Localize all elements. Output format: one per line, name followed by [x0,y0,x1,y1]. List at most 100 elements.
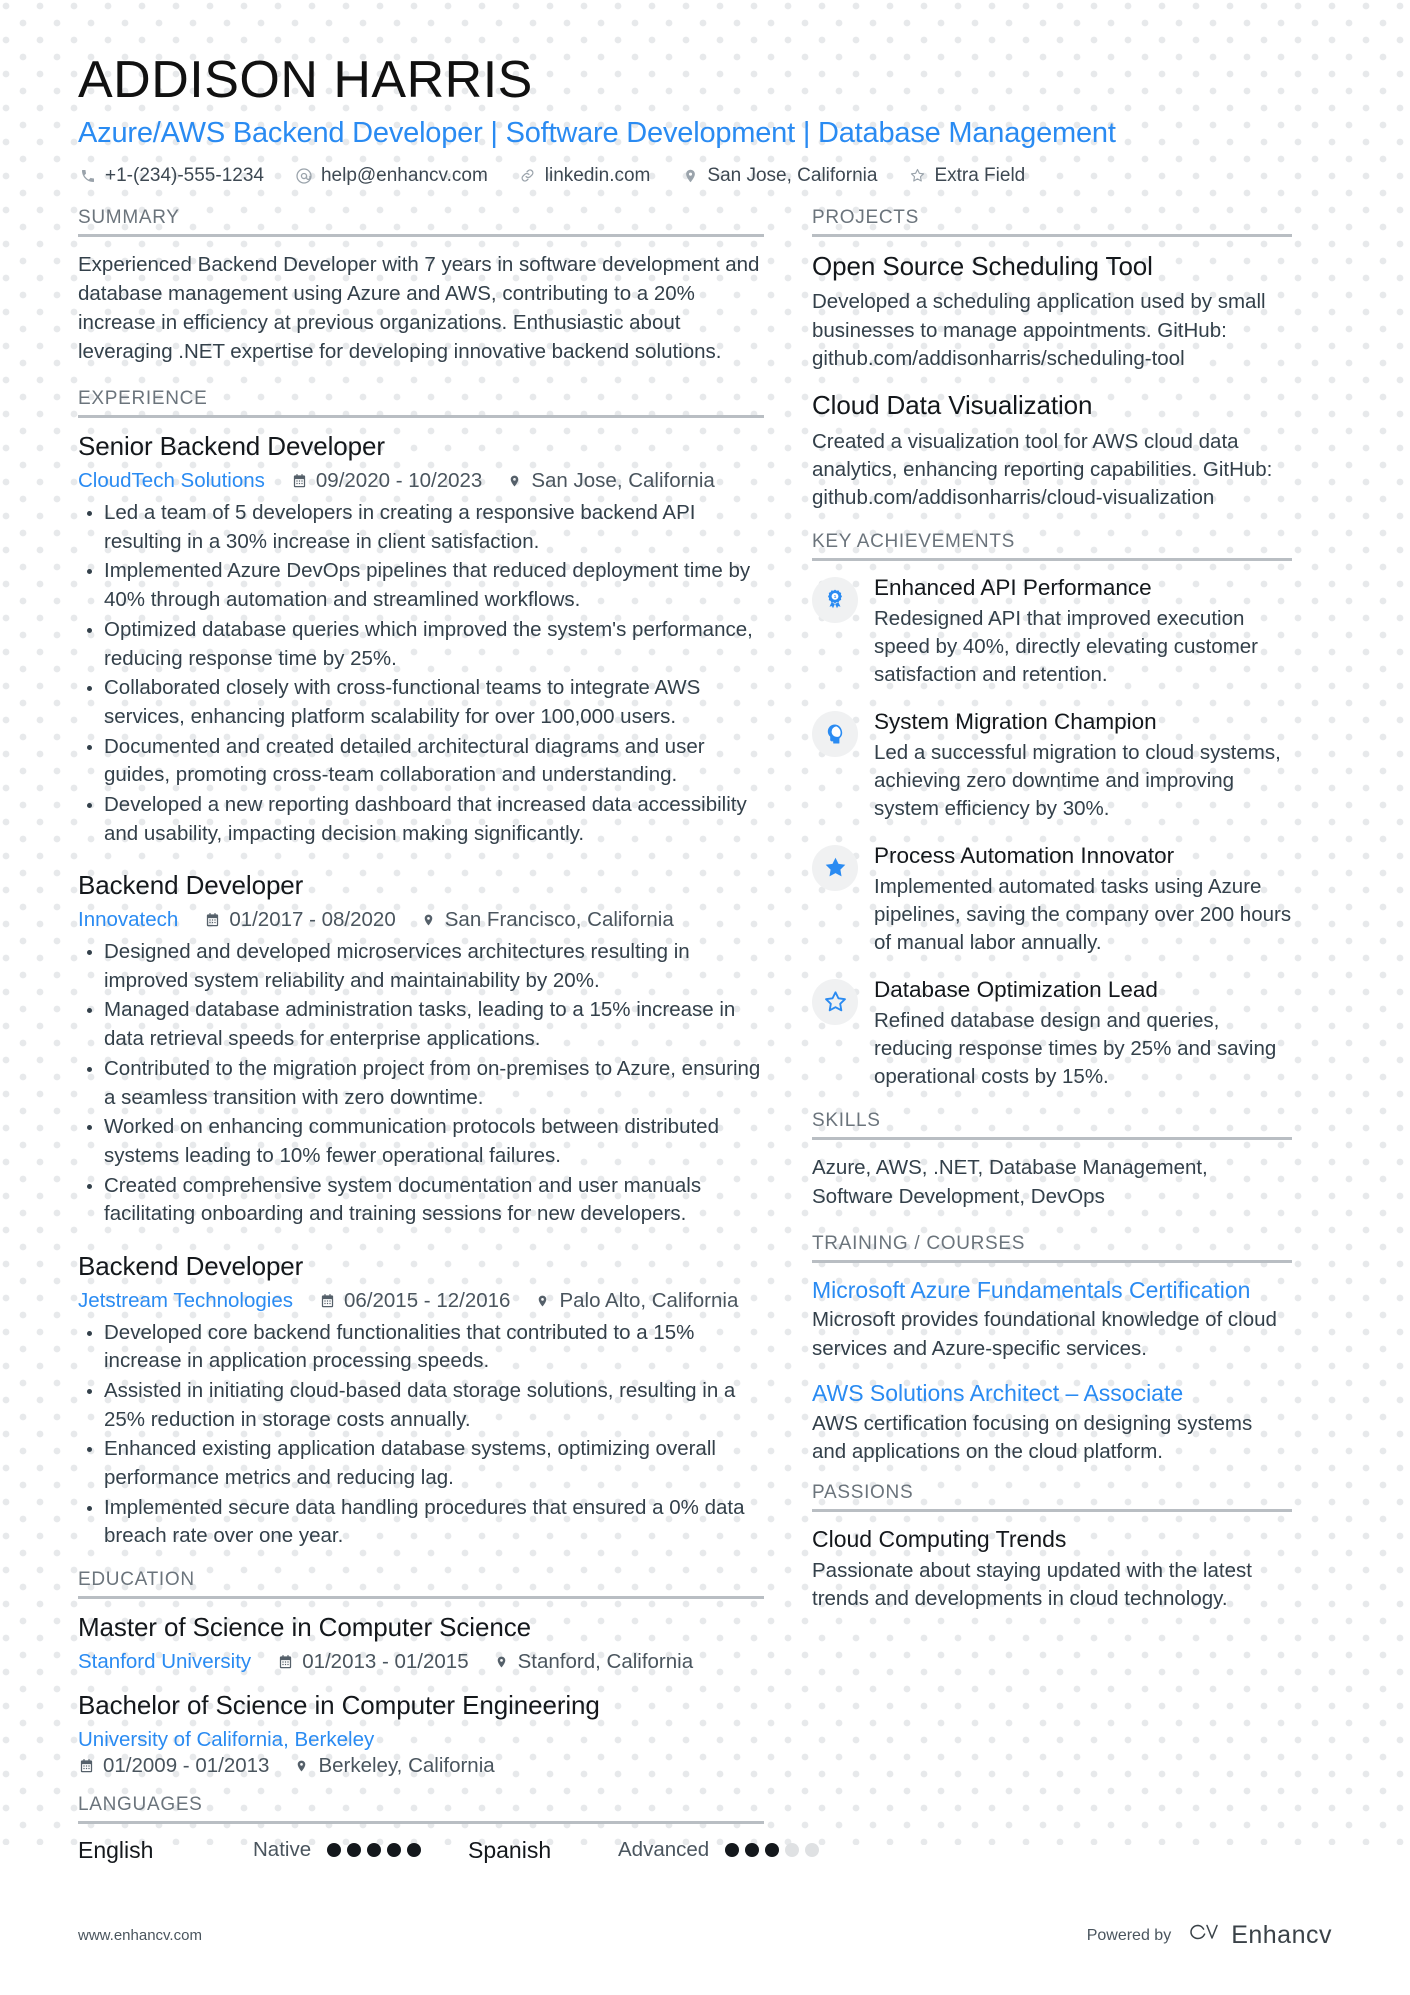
section-projects: PROJECTS Open Source Scheduling Tool Dev… [812,207,1292,513]
page-footer: www.enhancv.com Powered by Enhancv [0,1920,1410,1951]
achievement-body: Enhanced API Performance Redesigned API … [874,574,1292,690]
list-item: Contributed to the migration project fro… [78,1055,764,1112]
section-heading-summary: SUMMARY [78,206,180,228]
section-experience: EXPERIENCE Senior Backend Developer Clou… [78,388,764,1551]
contact-linkedin[interactable]: linkedin.com [518,165,650,187]
list-item: Collaborated closely with cross-function… [78,674,764,731]
education-school-row: University of California, Berkeley [78,1728,764,1752]
education-dates-text: 01/2013 - 01/2015 [302,1649,469,1673]
rating-dot [327,1843,342,1858]
section-heading-projects: PROJECTS [812,206,919,228]
rating-dot [805,1843,820,1858]
contact-email[interactable]: help@enhancv.com [294,165,488,187]
list-item: Enhanced existing application database s… [78,1435,764,1492]
achievement-title: Enhanced API Performance [874,574,1152,600]
right-column: PROJECTS Open Source Scheduling Tool Dev… [800,207,1292,1618]
experience-dates: 01/2017 - 08/2020 [204,908,396,932]
list-item: Implemented secure data handling procedu… [78,1494,764,1551]
experience-bullets: Developed core backend functionalities t… [78,1319,764,1552]
rating-dot [387,1843,402,1858]
achievement-description: Implemented automated tasks using Azure … [874,874,1292,955]
language-rating-dots [725,1843,820,1858]
experience-location: San Jose, California [506,469,715,493]
head-profile-icon [823,722,847,746]
contact-phone[interactable]: +1-(234)-555-1234 [78,165,264,187]
experience-company[interactable]: CloudTech Solutions [78,469,265,493]
project-description: Developed a scheduling application used … [812,290,1266,371]
rating-dot [347,1843,362,1858]
section-heading-skills: SKILLS [812,1109,881,1131]
experience-dates-text: 01/2017 - 08/2020 [229,908,396,932]
achievement-item: System Migration Champion Led a successf… [812,708,1292,824]
star-outline-icon [823,989,848,1014]
section-divider [78,415,764,419]
education-dates-text: 01/2009 - 01/2013 [103,1753,270,1777]
language-level: Native [253,1838,312,1862]
course-item: AWS Solutions Architect – Associate AWS … [812,1379,1292,1466]
contact-extra-field-text: Extra Field [934,164,1026,186]
resume-header: ADDISON HARRIS Azure/AWS Backend Develop… [0,0,1410,187]
experience-meta: Innovatech 01/2017 - 08/2020 San Francis… [78,908,764,932]
course-title[interactable]: AWS Solutions Architect – Associate [812,1379,1292,1408]
page-title: ADDISON HARRIS [78,51,533,109]
experience-entry: Senior Backend Developer CloudTech Solut… [78,431,764,848]
experience-company[interactable]: Innovatech [78,908,178,932]
achievement-item: Process Automation Innovator Implemented… [812,842,1292,958]
contact-location-text: San Jose, California [707,164,878,186]
contact-location: San Jose, California [680,165,877,187]
experience-location-text: San Francisco, California [444,908,674,932]
course-item: Microsoft Azure Fundamentals Certificati… [812,1276,1292,1363]
list-item: Managed database administration tasks, l… [78,996,764,1053]
list-item: Developed a new reporting dashboard that… [78,791,764,848]
powered-by-label: Powered by [1086,1926,1172,1944]
education-school[interactable]: University of California, Berkeley [78,1728,374,1752]
star-outline-icon [907,166,927,186]
experience-dates-text: 06/2015 - 12/2016 [344,1288,511,1312]
language-item: English Native [78,1837,468,1864]
achievement-icon-badge [812,844,858,891]
section-divider [78,1596,764,1600]
contact-phone-text: +1-(234)-555-1234 [105,164,264,186]
course-title[interactable]: Microsoft Azure Fundamentals Certificati… [812,1276,1292,1305]
course-description: Microsoft provides foundational knowledg… [812,1308,1277,1360]
section-divider [812,1509,1292,1513]
achievement-body: System Migration Champion Led a successf… [874,708,1292,824]
section-languages: LANGUAGES English Native Spanish Advance… [78,1793,820,1864]
experience-bullets: Designed and developed microservices arc… [78,938,764,1229]
experience-company[interactable]: Jetstream Technologies [78,1289,293,1313]
language-level: Advanced [618,1838,710,1862]
language-rating-dots [327,1843,422,1858]
enhancv-logo-icon [1185,1920,1221,1951]
star-filled-icon [823,855,848,880]
languages-row: English Native Spanish Advanced [78,1837,820,1864]
section-heading-languages: LANGUAGES [78,1793,203,1815]
footer-website[interactable]: www.enhancv.com [78,1927,202,1944]
achievement-item: 1 Enhanced API Performance Redesigned AP… [812,574,1292,690]
experience-job-title: Backend Developer [78,1250,304,1281]
section-divider [812,233,1292,237]
left-column: SUMMARY Experienced Backend Developer wi… [78,206,820,1868]
language-name: English [78,1836,154,1863]
passion-description: Passionate about staying updated with th… [812,1559,1252,1611]
achievement-title: System Migration Champion [874,708,1157,734]
education-meta: Stanford University 01/2013 - 01/2015 St… [78,1650,764,1674]
rating-dot [407,1843,422,1858]
experience-entry: Backend Developer Innovatech 01/2017 - 0… [78,870,764,1229]
experience-dates-text: 09/2020 - 10/2023 [315,469,483,493]
calendar-icon [291,472,308,490]
education-degree: Master of Science in Computer Science [78,1612,531,1643]
rating-dot [785,1843,800,1858]
project-title: Open Source Scheduling Tool [812,250,1153,281]
section-divider [78,1820,764,1824]
enhancv-brand: Enhancv [1185,1920,1332,1951]
language-item: Spanish Advanced [468,1836,820,1864]
skills-text: Azure, AWS, .NET, Database Management, S… [812,1155,1208,1208]
education-location-text: Stanford, California [517,1649,694,1673]
resume-page: ADDISON HARRIS Azure/AWS Backend Develop… [0,0,1410,1995]
education-school[interactable]: Stanford University [78,1650,251,1674]
location-icon [680,166,700,186]
achievement-title: Database Optimization Lead [874,976,1158,1002]
education-dates: 01/2009 - 01/2013 [78,1754,269,1778]
contact-email-text: help@enhancv.com [320,164,488,186]
language-name: Spanish [468,1836,552,1863]
